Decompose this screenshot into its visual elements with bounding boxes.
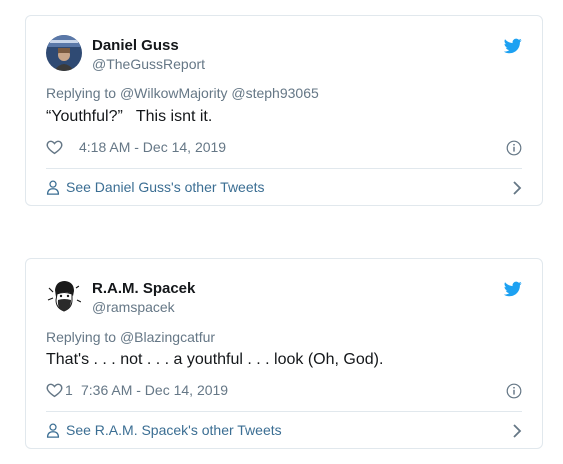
other-tweets-link[interactable]: See Daniel Guss's other Tweets: [46, 179, 265, 195]
chevron-right-icon[interactable]: [512, 181, 522, 195]
avatar[interactable]: [46, 278, 82, 314]
twitter-bird-icon[interactable]: [504, 38, 522, 54]
replying-to: Replying to @WilkowMajority @steph93065: [46, 85, 319, 101]
tweet-card: R.A.M. Spacek @ramspacek Replying to @Bl…: [25, 258, 543, 449]
avatar-photo-icon: [46, 35, 82, 71]
info-icon[interactable]: [506, 140, 522, 156]
other-tweets-label[interactable]: See R.A.M. Spacek's other Tweets: [66, 422, 282, 438]
divider: [46, 168, 522, 169]
heart-icon[interactable]: [46, 139, 63, 155]
other-tweets-label[interactable]: See Daniel Guss's other Tweets: [66, 179, 265, 195]
avatar[interactable]: [46, 35, 82, 71]
replying-prefix: Replying to: [46, 85, 117, 101]
tweet-text: “Youthful?” This isnt it.: [46, 108, 213, 125]
tweet-card: Daniel Guss @TheGussReport Replying to @…: [25, 15, 543, 206]
user-handle[interactable]: @ramspacek: [92, 299, 175, 315]
user-name[interactable]: Daniel Guss: [92, 37, 179, 54]
tweet-timestamp[interactable]: 4:18 AM - Dec 14, 2019: [79, 139, 226, 155]
tweet-header: R.A.M. Spacek @ramspacek: [26, 259, 542, 321]
tweet-header: Daniel Guss @TheGussReport: [26, 16, 542, 78]
tweet-text: That's . . . not . . . a youthful . . . …: [46, 351, 384, 368]
user-handle[interactable]: @TheGussReport: [92, 56, 205, 72]
other-tweets-link[interactable]: See R.A.M. Spacek's other Tweets: [46, 422, 282, 438]
replying-to-link[interactable]: @WilkowMajority @steph93065: [120, 85, 319, 101]
info-icon[interactable]: [506, 383, 522, 399]
chevron-right-icon[interactable]: [512, 424, 522, 438]
tweet-meta: 1 7:36 AM - Dec 14, 2019: [46, 382, 228, 398]
person-icon: [46, 423, 60, 438]
replying-to: Replying to @Blazingcatfur: [46, 329, 215, 345]
tweet-meta: 4:18 AM - Dec 14, 2019: [46, 139, 226, 155]
like-count: 1: [65, 382, 73, 398]
twitter-bird-icon[interactable]: [504, 281, 522, 297]
user-name[interactable]: R.A.M. Spacek: [92, 280, 195, 297]
replying-prefix: Replying to: [46, 329, 117, 345]
replying-to-link[interactable]: @Blazingcatfur: [120, 329, 215, 345]
divider: [46, 411, 522, 412]
avatar-drawing-icon: [46, 278, 82, 314]
person-icon: [46, 180, 60, 195]
heart-icon[interactable]: [46, 382, 63, 398]
tweet-timestamp[interactable]: 7:36 AM - Dec 14, 2019: [81, 382, 228, 398]
